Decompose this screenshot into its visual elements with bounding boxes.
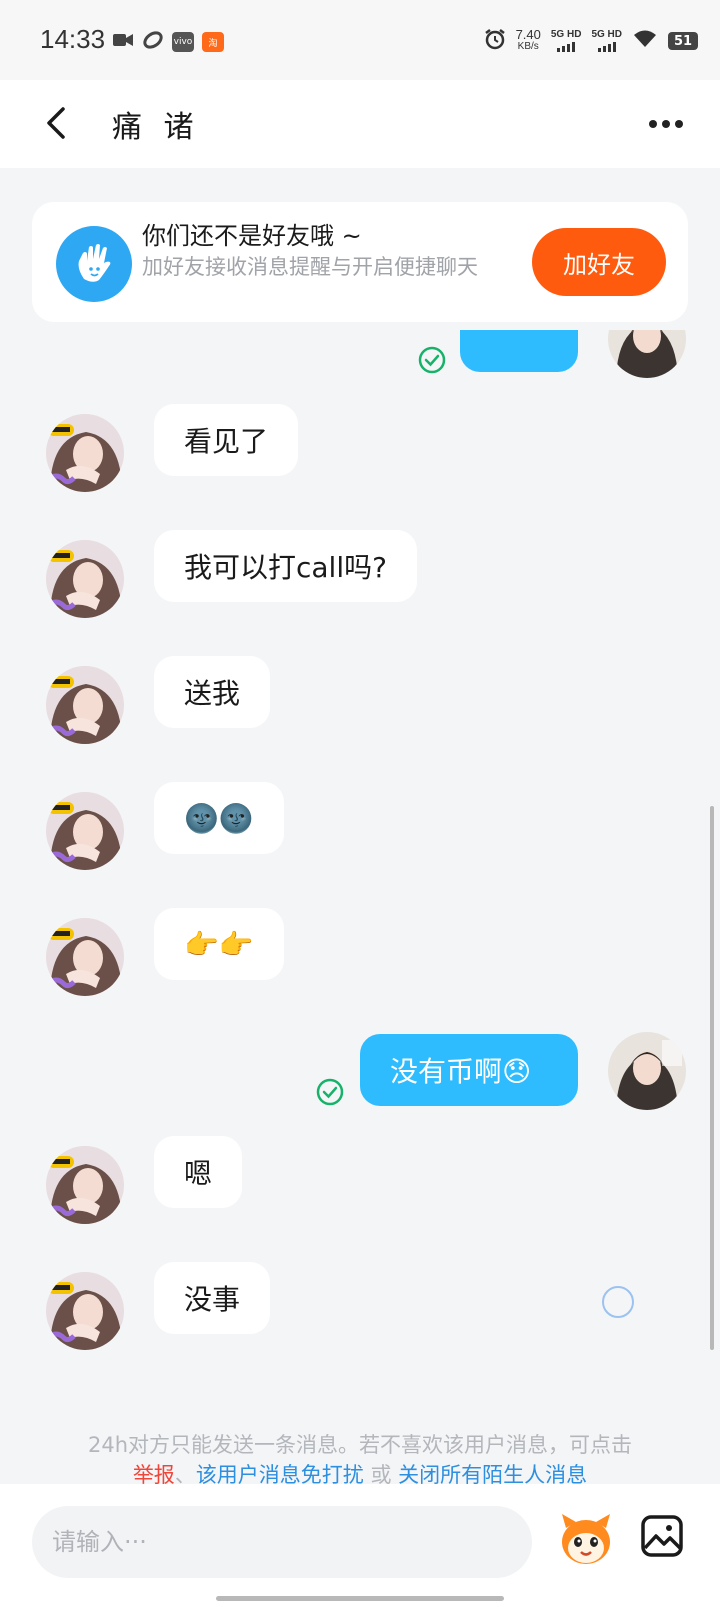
sticker-button[interactable] [556,1510,616,1570]
message-bubble-in[interactable]: 看见了 [154,404,299,476]
more-dot [662,120,670,128]
sim2-label: 5G HD [591,29,622,40]
not-friend-banner: 你们还不是好友哦 ~ 加好友接收消息提醒与开启便捷聊天 加好友 [32,202,688,322]
signal-icon [551,42,582,52]
message-bubble-out[interactable]: 没有币啊😞 [360,1034,578,1106]
add-friend-button[interactable]: 加好友 [532,228,666,296]
stranger-notice: 24h对方只能发送一条消息。若不喜欢该用户消息，可点击 举报、该用户消息免打扰 … [0,1430,720,1490]
signal-sim2: 5G HD [591,30,622,52]
loading-ring-icon [602,1286,634,1318]
avatar-peer[interactable] [46,1272,124,1350]
status-time: 14:33 [40,24,106,54]
avatar-peer[interactable] [46,666,124,744]
image-icon [641,1515,683,1557]
sim1-label: 5G HD [550,29,582,40]
wave-hand-icon [56,226,132,302]
status-right: 7.40 KB/s 5G HD 5G HD 51 [484,28,698,54]
wifi-icon [632,29,658,53]
message-input[interactable] [32,1506,532,1578]
video-icon [112,31,134,53]
sent-check-icon [316,1078,344,1106]
link-icon [142,30,164,54]
vivo-icon: vivo [172,32,194,52]
mascot-sticker-icon [562,1514,610,1564]
avatar-peer[interactable] [46,414,124,492]
status-notification-icons: vivo 淘 [112,30,224,54]
message-bubble-in[interactable]: 我可以打call吗? [154,530,417,602]
alarm-icon [484,28,506,54]
network-speed: 7.40 KB/s [515,27,541,53]
back-button[interactable] [36,98,76,148]
more-button[interactable] [642,104,690,144]
taobao-icon: 淘 [202,32,224,52]
avatar-self[interactable] [608,1032,686,1110]
notice-line1: 24h对方只能发送一条消息。若不喜欢该用户消息，可点击 [87,1433,633,1457]
message-bubble-in[interactable]: 🌚🌚 [154,782,284,854]
sent-check-icon [418,346,446,374]
avatar-peer[interactable] [46,1146,124,1224]
avatar-peer[interactable] [46,918,124,996]
speed-value: 7.40 [515,27,541,42]
signal-sim1: 5G HD [550,29,582,52]
more-dot [675,120,683,128]
message-bubble-in[interactable]: 没事 [154,1262,271,1334]
message-bubble-in[interactable]: 送我 [154,656,271,728]
input-bar [0,1484,720,1606]
message-list[interactable]: 看见了 我可以打call吗? 送我 🌚🌚 👉👉 没有币啊😞 嗯 没事 [0,330,720,1430]
chat-title: 痛 诸 [112,110,200,145]
chat-header: 痛 诸 [0,80,720,168]
home-indicator[interactable] [216,1596,504,1601]
message-bubble-in[interactable]: 👉👉 [154,908,284,980]
message-bubble-out[interactable] [460,330,578,372]
chevron-left-icon [47,107,65,139]
message-bubble-in[interactable]: 嗯 [154,1136,243,1208]
signal-icon [591,42,622,52]
avatar-peer[interactable] [46,540,124,618]
banner-title: 你们还不是好友哦 ~ [142,222,362,250]
image-button[interactable] [640,1514,684,1558]
banner-subtitle: 加好友接收消息提醒与开启便捷聊天 [142,255,478,279]
avatar-peer[interactable] [46,792,124,870]
more-dots-icon [649,120,657,128]
status-bar: 14:33 vivo 淘 7.40 KB/s 5G HD 5G HD 51 [0,0,720,80]
avatar-self[interactable] [608,330,686,378]
scrollbar[interactable] [710,806,714,1350]
battery-icon: 51 [668,32,698,50]
speed-unit: KB/s [517,41,539,52]
